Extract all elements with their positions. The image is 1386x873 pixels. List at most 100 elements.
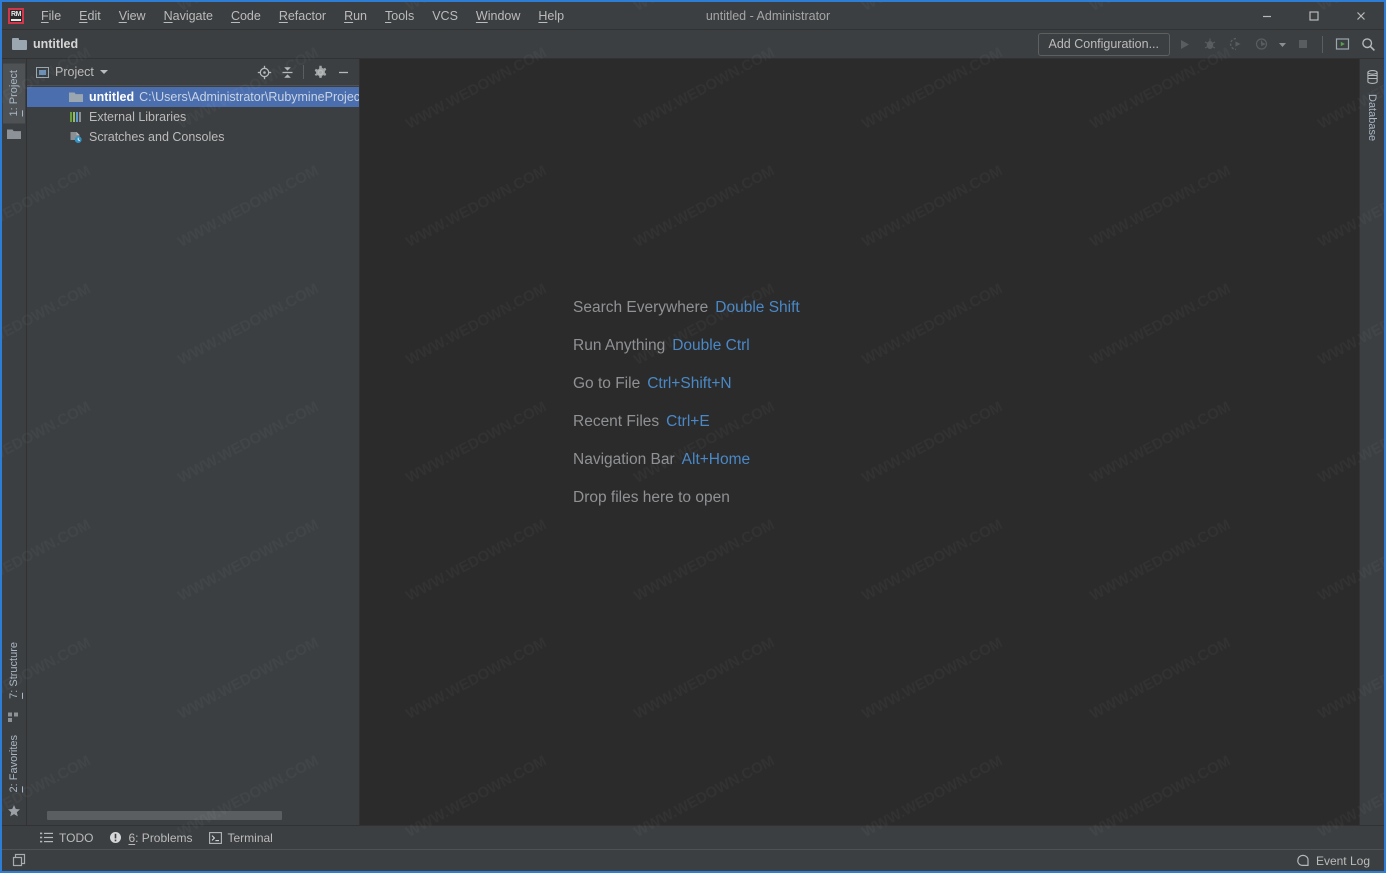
structure-icon[interactable] bbox=[7, 706, 21, 728]
project-tool-window: Project untitled C:\Users\Administrator\… bbox=[27, 59, 360, 825]
menu-tools[interactable]: Tools bbox=[376, 4, 423, 28]
menu-code[interactable]: Code bbox=[222, 4, 270, 28]
chevron-down-icon[interactable] bbox=[99, 70, 108, 74]
shortcut-key: Alt+Home bbox=[681, 451, 751, 468]
editor-empty-area: Search Everywhere Double Shift Run Anythi… bbox=[360, 59, 1359, 825]
menu-window[interactable]: Window bbox=[467, 4, 529, 28]
event-log-button[interactable]: Event Log bbox=[1297, 854, 1376, 868]
bottom-item-label: Terminal bbox=[227, 830, 273, 845]
bottom-item-todo[interactable]: TODO bbox=[32, 828, 101, 848]
profile-dropdown-icon[interactable] bbox=[1276, 32, 1289, 56]
menu-edit[interactable]: Edit bbox=[70, 4, 110, 28]
shortcut-action: Drop files here to open bbox=[573, 489, 730, 506]
left-stripe-top: 1: Project bbox=[2, 63, 26, 145]
debug-icon[interactable] bbox=[1198, 32, 1222, 56]
shortcut-key: Double Ctrl bbox=[672, 337, 750, 354]
tree-node-name: Scratches and Consoles bbox=[89, 130, 225, 144]
event-log-label: Event Log bbox=[1315, 853, 1370, 868]
locate-icon[interactable] bbox=[254, 62, 274, 82]
run-anything-icon[interactable] bbox=[1330, 32, 1354, 56]
shortcut-row-navigation-bar: Navigation Bar Alt+Home bbox=[573, 451, 800, 469]
run-toolbar: Add Configuration... bbox=[1037, 32, 1381, 56]
sidebar-item-favorites[interactable]: 2: Favorites bbox=[3, 728, 25, 799]
tree-row[interactable]: Scratches and Consoles bbox=[27, 127, 359, 147]
navigation-bar: untitled Add Configuration... bbox=[2, 30, 1384, 59]
star-icon[interactable] bbox=[7, 799, 21, 823]
terminal-icon bbox=[208, 831, 222, 844]
shortcut-row-run-anything: Run Anything Double Ctrl bbox=[573, 337, 800, 355]
sidebar-item-project[interactable]: 1: Project bbox=[3, 63, 25, 124]
shortcut-key: Ctrl+E bbox=[666, 413, 710, 430]
project-tree-horizontal-scrollbar[interactable] bbox=[47, 811, 333, 820]
menu-run[interactable]: Run bbox=[335, 4, 376, 28]
title-bar: RM File Edit View Navigate Code Refactor… bbox=[2, 2, 1384, 30]
stop-icon[interactable] bbox=[1291, 32, 1315, 56]
shortcut-key: Ctrl+Shift+N bbox=[647, 375, 732, 392]
project-panel-title-group[interactable]: Project bbox=[36, 65, 108, 79]
bottom-item-problems[interactable]: 6: Problems bbox=[101, 828, 200, 848]
maximize-icon[interactable] bbox=[1290, 2, 1337, 30]
sidebar-item-database[interactable]: Database bbox=[1362, 89, 1382, 146]
menu-navigate[interactable]: Navigate bbox=[155, 4, 222, 28]
tree-row[interactable]: External Libraries bbox=[27, 107, 359, 127]
bottom-tool-stripe: TODO 6: Problems Terminal bbox=[2, 825, 1384, 849]
bottom-item-label: TODO bbox=[59, 830, 94, 845]
bottom-item-terminal[interactable]: Terminal bbox=[201, 828, 281, 848]
shortcut-row-drop-files: Drop files here to open bbox=[573, 489, 800, 507]
minimize-icon[interactable] bbox=[1243, 2, 1290, 30]
sidebar-item-structure[interactable]: 7: Structure bbox=[3, 635, 25, 706]
shortcut-key: Double Shift bbox=[715, 299, 800, 316]
breadcrumb[interactable]: untitled bbox=[12, 37, 78, 51]
rubymine-window: RM File Edit View Navigate Code Refactor… bbox=[0, 0, 1386, 873]
left-tool-stripe: 1: Project 7: Structure 2: Favorites bbox=[2, 59, 27, 825]
close-icon[interactable] bbox=[1337, 2, 1384, 30]
logo-text: RM bbox=[11, 11, 21, 21]
problems-warning-icon bbox=[110, 832, 122, 843]
panel-toolbar-separator bbox=[303, 65, 304, 79]
run-with-coverage-icon[interactable] bbox=[1224, 32, 1248, 56]
todo-list-icon bbox=[40, 832, 53, 843]
database-icon[interactable] bbox=[1366, 65, 1379, 89]
menu-file[interactable]: File bbox=[32, 4, 70, 28]
menu-view[interactable]: View bbox=[110, 4, 155, 28]
shortcut-action: Search Everywhere bbox=[573, 299, 709, 316]
project-stripe-icon[interactable] bbox=[7, 123, 21, 145]
tree-row[interactable]: untitled C:\Users\Administrator\Rubymine… bbox=[27, 87, 359, 107]
project-panel-title: Project bbox=[55, 65, 94, 79]
settings-gear-icon[interactable] bbox=[310, 62, 330, 82]
project-view-icon bbox=[36, 66, 49, 78]
status-bar: Event Log bbox=[2, 849, 1384, 871]
hide-panel-icon[interactable] bbox=[333, 62, 353, 82]
add-configuration-button[interactable]: Add Configuration... bbox=[1037, 32, 1170, 56]
collapse-all-icon[interactable] bbox=[277, 62, 297, 82]
rubymine-logo-icon: RM bbox=[8, 7, 24, 24]
project-panel-header: Project bbox=[27, 59, 359, 86]
tree-node-name: untitled bbox=[89, 90, 135, 104]
event-log-icon bbox=[1297, 854, 1309, 866]
search-everywhere-icon[interactable] bbox=[1356, 32, 1380, 56]
folder-icon bbox=[12, 38, 27, 50]
project-tree[interactable]: untitled C:\Users\Administrator\Rubymine… bbox=[27, 86, 359, 825]
bottom-item-label: 6: Problems bbox=[128, 830, 193, 845]
left-stripe-bottom: 7: Structure 2: Favorites bbox=[2, 635, 26, 823]
profile-icon[interactable] bbox=[1250, 32, 1274, 56]
menu-vcs[interactable]: VCS bbox=[423, 4, 467, 28]
shortcuts-hint-list: Search Everywhere Double Shift Run Anythi… bbox=[573, 299, 800, 507]
tree-node-name: External Libraries bbox=[89, 110, 187, 124]
shortcut-action: Recent Files bbox=[573, 413, 660, 430]
run-icon[interactable] bbox=[1172, 32, 1196, 56]
external-libraries-icon bbox=[68, 111, 84, 123]
sidebar-item-label: Database bbox=[1366, 94, 1378, 142]
scratches-icon bbox=[68, 131, 84, 144]
shortcut-action: Navigation Bar bbox=[573, 451, 675, 468]
menu-help[interactable]: Help bbox=[529, 4, 573, 28]
menu-refactor[interactable]: Refactor bbox=[270, 4, 335, 28]
show-tool-windows-icon[interactable] bbox=[9, 851, 30, 870]
project-folder-icon bbox=[68, 91, 84, 103]
tree-node-path: C:\Users\Administrator\RubymineProject bbox=[139, 90, 359, 104]
scrollbar-thumb[interactable] bbox=[47, 811, 282, 820]
right-tool-stripe: Database bbox=[1359, 59, 1384, 825]
main-area: 1: Project 7: Structure 2: Favorites Pro… bbox=[2, 59, 1384, 825]
shortcut-row-recent-files: Recent Files Ctrl+E bbox=[573, 413, 800, 431]
project-panel-toolbar bbox=[254, 62, 353, 82]
